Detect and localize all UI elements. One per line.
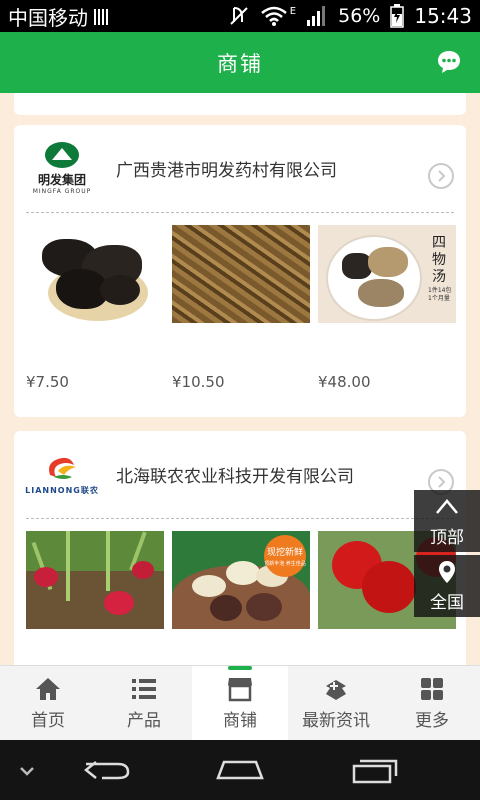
tab-news[interactable]: 最新资讯 [288, 666, 384, 740]
shop-icon [228, 677, 252, 701]
title-bar: 商铺 [0, 32, 480, 93]
tab-label: 最新资讯 [302, 710, 370, 731]
news-icon [326, 679, 346, 700]
tab-label: 商铺 [223, 710, 257, 731]
product-image-dried-root-slices [172, 225, 310, 323]
mute-icon [230, 7, 248, 25]
battery-percent: 56% [338, 5, 381, 27]
product-price: ¥10.50 [172, 373, 225, 391]
previous-shop-card[interactable] [14, 93, 466, 115]
status-bar: 中国移动 E 56% 15:43 [0, 0, 480, 32]
carrier-name: 中国移动 [8, 5, 88, 30]
recent-apps-icon[interactable] [350, 756, 400, 784]
chevron-right-icon [438, 476, 446, 488]
clock: 15:43 [414, 4, 472, 28]
product-image-water-chestnuts: 现挖新鲜 顶新丰泡 养生佳品 [172, 531, 310, 629]
grid-icon [421, 677, 443, 700]
siwutang-sublabel: 1件14包 1个月量 [428, 287, 452, 302]
chat-bubble-icon[interactable] [436, 49, 462, 75]
product-row: ¥7.50 ¥10.50 四物汤 1件14包 1个月量 ¥48.00 [14, 213, 466, 391]
tab-shops[interactable]: 商铺 [192, 666, 288, 740]
product-item[interactable] [26, 531, 164, 665]
product-price: ¥48.00 [318, 373, 371, 391]
shop-header[interactable]: 明发集团 MINGFA GROUP 广西贵港市明发药村有限公司 [26, 125, 454, 213]
tab-label: 首页 [31, 710, 65, 731]
shop-list[interactable]: 明发集团 MINGFA GROUP 广西贵港市明发药村有限公司 ¥7.50 ¥1… [0, 93, 480, 665]
shop-card[interactable]: 明发集团 MINGFA GROUP 广西贵港市明发药村有限公司 ¥7.50 ¥1… [14, 125, 466, 417]
tab-label: 更多 [415, 710, 449, 731]
product-row: 现挖新鲜 顶新丰泡 养生佳品 [14, 519, 466, 665]
wifi-icon [260, 6, 287, 26]
fresh-badge-main: 现挖新鲜 [266, 548, 303, 558]
back-to-top-button[interactable]: 顶部 [414, 490, 480, 552]
region-select-button[interactable]: 全国 [414, 555, 480, 617]
product-item[interactable]: ¥7.50 [26, 225, 164, 391]
product-item[interactable]: ¥10.50 [172, 225, 310, 391]
siwutang-label: 四物汤 [432, 235, 446, 285]
tab-more[interactable]: 更多 [384, 666, 480, 740]
home-icon [36, 677, 60, 700]
system-nav-bar [0, 740, 480, 800]
network-type-label: E [289, 5, 297, 17]
battery-charging-icon [390, 4, 405, 28]
location-pin-icon [439, 560, 455, 583]
sim-indicator-icon [94, 7, 108, 25]
signal-strength-icon [307, 6, 326, 26]
list-icon [132, 678, 156, 699]
page-title: 商铺 [217, 51, 263, 76]
tab-label: 产品 [127, 710, 161, 731]
shop-card[interactable]: LIANNONG联农 北海联农农业科技开发有限公司 现挖新鲜 顶新丰泡 养生佳品 [14, 431, 466, 665]
back-to-top-label: 顶部 [430, 527, 464, 548]
chevron-up-icon [436, 498, 458, 514]
region-label: 全国 [430, 592, 464, 613]
home-outline-icon[interactable] [214, 756, 266, 784]
product-image-black-herbs [26, 225, 164, 323]
shop-header[interactable]: LIANNONG联农 北海联农农业科技开发有限公司 [25, 431, 454, 519]
mingfa-logo: 明发集团 MINGFA GROUP [26, 139, 98, 199]
product-item[interactable]: 现挖新鲜 顶新丰泡 养生佳品 [172, 531, 310, 665]
bottom-tab-bar: 首页 产品 商铺 最新资讯 更多 [0, 665, 480, 740]
product-price: ¥7.50 [26, 373, 69, 391]
shop-name[interactable]: 广西贵港市明发药村有限公司 [116, 156, 337, 181]
tab-products[interactable]: 产品 [96, 666, 192, 740]
fresh-badge-sub: 顶新丰泡 养生佳品 [264, 561, 306, 567]
product-item[interactable]: 四物汤 1件14包 1个月量 ¥48.00 [318, 225, 456, 391]
product-image-radishes [26, 531, 164, 629]
shop-detail-button[interactable] [428, 163, 454, 189]
liannong-logo: LIANNONG联农 [25, 445, 98, 505]
back-arrow-icon[interactable] [82, 756, 132, 784]
chevron-right-icon [438, 170, 446, 182]
shop-name[interactable]: 北海联农农业科技开发有限公司 [116, 462, 354, 487]
tab-home[interactable]: 首页 [0, 666, 96, 740]
chevron-down-icon[interactable] [18, 756, 36, 784]
product-image-siwutang: 四物汤 1件14包 1个月量 [318, 225, 456, 323]
